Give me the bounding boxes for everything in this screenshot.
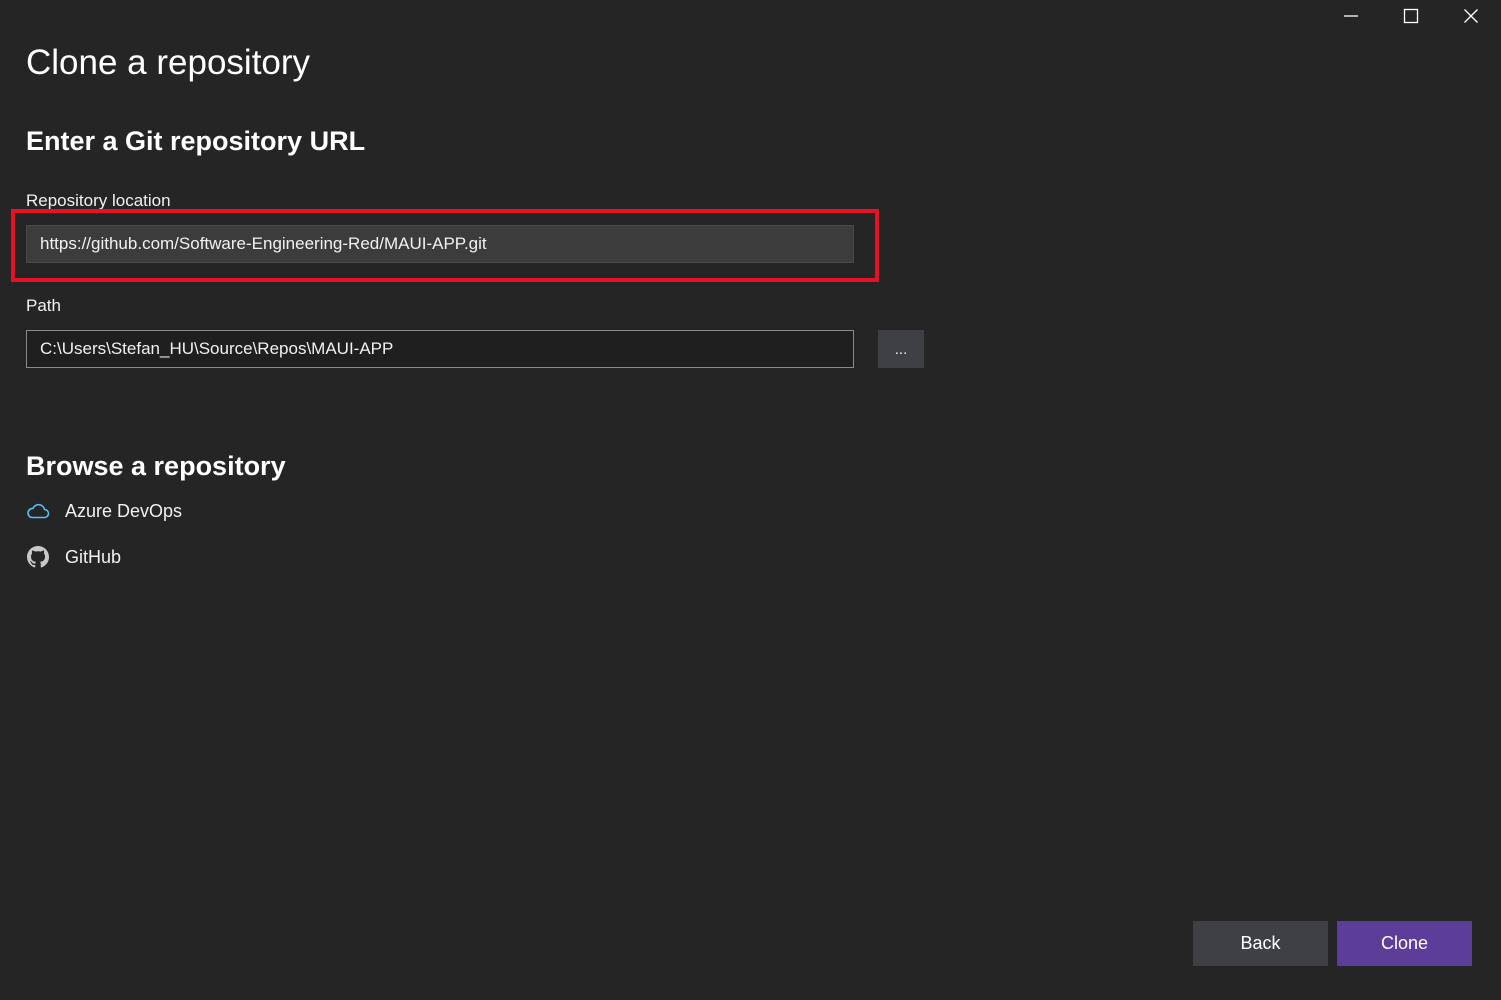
close-icon [1464, 9, 1478, 23]
window-controls [1321, 0, 1501, 32]
close-button[interactable] [1441, 0, 1501, 32]
path-label: Path [26, 296, 61, 315]
minimize-button[interactable] [1321, 0, 1381, 32]
clone-button[interactable]: Clone [1337, 921, 1472, 966]
cloud-icon [26, 499, 50, 523]
browse-section-title: Browse a repository [26, 451, 286, 481]
back-button[interactable]: Back [1193, 921, 1328, 966]
maximize-icon [1403, 8, 1419, 24]
repository-location-label: Repository location [26, 191, 171, 210]
browse-path-button[interactable]: ... [878, 330, 924, 368]
repository-location-input[interactable] [26, 225, 854, 263]
provider-azure-devops[interactable]: Azure DevOps [26, 497, 182, 525]
provider-label: GitHub [65, 546, 122, 567]
maximize-button[interactable] [1381, 0, 1441, 32]
clone-repository-window: Clone a repository Enter a Git repositor… [0, 0, 1501, 1000]
path-input[interactable] [26, 330, 854, 368]
enter-url-section-title: Enter a Git repository URL [26, 126, 366, 156]
provider-github[interactable]: GitHub [26, 543, 121, 571]
provider-label: Azure DevOps [65, 500, 183, 521]
page-title: Clone a repository [26, 43, 311, 82]
github-icon [26, 545, 50, 569]
minimize-icon [1344, 15, 1358, 17]
